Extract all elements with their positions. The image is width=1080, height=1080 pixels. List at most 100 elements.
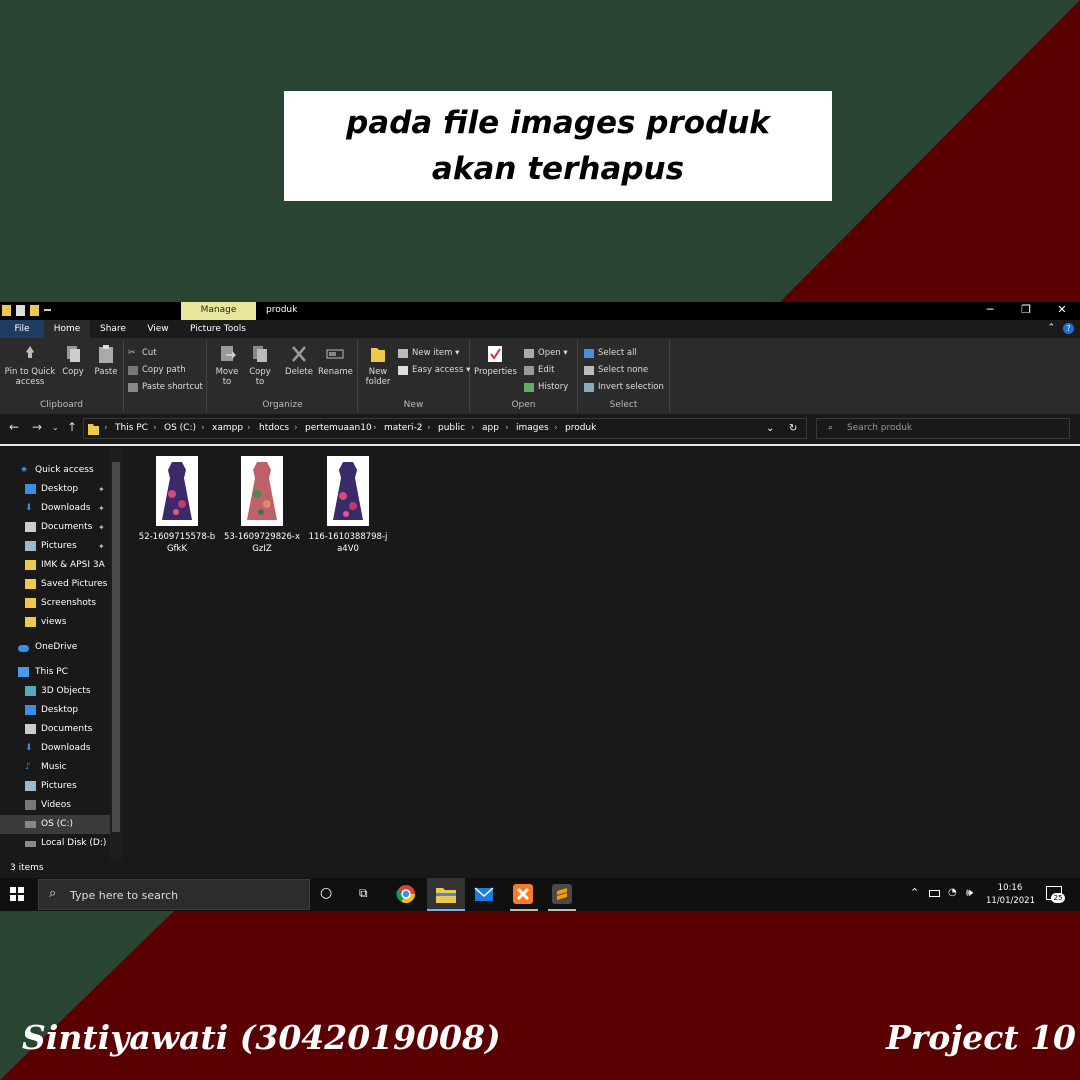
cube-icon (25, 686, 36, 696)
chevron-up-icon[interactable]: ⌃ (1047, 323, 1055, 334)
minimize-icon[interactable]: ─ (972, 302, 1008, 320)
crumb-this-pc[interactable]: This PC (115, 423, 148, 433)
nav-imk-apsi[interactable]: IMK & APSI 3A (25, 556, 105, 575)
properties-icon[interactable] (16, 305, 25, 316)
tab-view[interactable]: View (136, 320, 180, 338)
nav-documents[interactable]: Documents ✦ (25, 518, 105, 537)
new-folder-icon[interactable] (30, 305, 39, 316)
file-item[interactable]: 52-1609715578-bGfkK (137, 456, 217, 555)
back-arrow-icon[interactable]: ← (9, 420, 19, 434)
file-item[interactable]: 53-1609729826-xGzIZ (222, 456, 302, 555)
sublime-text-icon[interactable] (552, 884, 572, 904)
nav-views[interactable]: views (25, 613, 66, 632)
paste-shortcut-button[interactable]: Paste shortcut (128, 380, 203, 394)
crumb-htdocs[interactable]: htdocs (259, 423, 289, 433)
rename-button[interactable]: Rename (318, 344, 353, 377)
copy-to-button[interactable]: Copy to (246, 344, 274, 387)
crumb-pertemuaan10[interactable]: pertemuaan10 (305, 423, 372, 433)
nav-pc-desktop[interactable]: Desktop (25, 701, 78, 720)
xampp-icon[interactable] (513, 884, 533, 904)
refresh-icon[interactable]: ↻ (789, 423, 797, 434)
nav-os-c[interactable]: OS (C:) (0, 815, 110, 834)
folder-icon[interactable] (2, 305, 11, 316)
volume-icon[interactable]: 🕪 (966, 886, 973, 900)
wifi-icon[interactable]: ◔ (948, 887, 957, 898)
maximize-icon[interactable]: ❐ (1008, 302, 1044, 320)
nav-screenshots[interactable]: Screenshots (25, 594, 96, 613)
history-button[interactable]: History (524, 380, 568, 394)
delete-button[interactable]: Delete (284, 344, 314, 377)
search-box[interactable]: ⌕ Search produk (816, 418, 1070, 439)
crumb-app[interactable]: app (482, 423, 499, 433)
nav-pc-pictures[interactable]: Pictures (25, 777, 77, 796)
tab-manage[interactable]: Manage (181, 302, 256, 320)
move-to-button[interactable]: Move to (212, 344, 242, 387)
new-folder-button[interactable]: New folder (362, 344, 394, 387)
select-all-button[interactable]: Select all (584, 346, 637, 360)
mail-icon[interactable] (474, 884, 494, 904)
chrome-icon[interactable] (396, 884, 416, 904)
properties-button[interactable]: Properties (474, 344, 517, 377)
help-icon[interactable]: ? (1063, 323, 1074, 334)
notification-count: 25 (1051, 893, 1065, 903)
edit-icon (524, 366, 534, 375)
nav-downloads[interactable]: ⬇ Downloads ✦ (25, 499, 105, 518)
nav-onedrive[interactable]: OneDrive (18, 638, 77, 657)
taskbar-search-input[interactable]: Type here to search (70, 889, 178, 902)
copy-button[interactable]: Copy (60, 344, 86, 377)
crumb-os-c[interactable]: OS (C:) (164, 423, 196, 433)
tab-home[interactable]: Home (44, 320, 90, 338)
cut-button[interactable]: ✂ Cut (128, 346, 157, 360)
crumb-materi-2[interactable]: materi-2 (384, 423, 423, 433)
invert-selection-button[interactable]: Invert selection (584, 380, 664, 394)
nav-pc-downloads[interactable]: ⬇ Downloads (25, 739, 90, 758)
nav-this-pc[interactable]: This PC (18, 663, 68, 682)
chevron-up-icon[interactable]: ⌃ (910, 886, 919, 899)
up-arrow-icon[interactable]: ↑ (67, 420, 77, 434)
battery-icon[interactable] (929, 890, 940, 897)
new-item-button[interactable]: New item ▾ (398, 346, 459, 360)
easy-access-button[interactable]: Easy access ▾ (398, 363, 470, 377)
copy-path-button[interactable]: Copy path (128, 363, 186, 377)
forward-arrow-icon[interactable]: → (32, 420, 42, 434)
nav-scrollbar[interactable] (110, 448, 122, 862)
paste-button[interactable]: Paste (92, 344, 120, 377)
crumb-produk[interactable]: produk (565, 423, 596, 433)
taskbar-search[interactable]: ⌕ Type here to search (38, 879, 310, 910)
nav-pictures[interactable]: Pictures ✦ (25, 537, 105, 556)
select-none-button[interactable]: Select none (584, 363, 648, 377)
nav-videos[interactable]: Videos (25, 796, 71, 815)
scrollbar-thumb[interactable] (112, 462, 120, 832)
tab-share[interactable]: Share (90, 320, 136, 338)
nav-saved-pictures[interactable]: Saved Pictures (25, 575, 107, 594)
file-item[interactable]: 116-1610388798-ja4V0 (308, 456, 388, 555)
clock[interactable]: 10:16 11/01/2021 (986, 882, 1035, 908)
recent-locations-icon[interactable]: ⌄ (52, 423, 59, 432)
crumb-xampp[interactable]: xampp (212, 423, 243, 433)
close-icon[interactable]: ✕ (1044, 302, 1080, 320)
crumb-public[interactable]: public (438, 423, 465, 433)
cortana-icon[interactable]: ○ (320, 885, 340, 905)
nav-desktop[interactable]: Desktop ✦ (25, 480, 105, 499)
crumb-images[interactable]: images (516, 423, 549, 433)
address-bar[interactable]: › This PC › OS (C:) › xampp › htdocs › p… (83, 418, 807, 439)
nav-3d-objects[interactable]: 3D Objects (25, 682, 91, 701)
search-input[interactable]: Search produk (847, 423, 912, 433)
pin-quick-access-button[interactable]: Pin to Quick access (4, 344, 56, 387)
chevron-down-icon[interactable] (44, 305, 51, 311)
tab-picture-tools[interactable]: Picture Tools (180, 320, 256, 338)
nav-quick-access[interactable]: ★ Quick access (20, 461, 94, 480)
edit-button[interactable]: Edit (524, 363, 554, 377)
task-view-icon[interactable]: ⧉ (359, 886, 379, 906)
nav-local-disk-d[interactable]: Local Disk (D:) (25, 834, 106, 853)
windows-start-icon[interactable] (10, 887, 24, 901)
nav-music[interactable]: ♪ Music (25, 758, 67, 777)
tab-file[interactable]: File (0, 320, 44, 338)
open-button[interactable]: Open ▾ (524, 346, 568, 360)
nav-pc-documents[interactable]: Documents (25, 720, 92, 739)
chevron-down-icon[interactable]: ⌄ (766, 423, 774, 434)
notification-icon[interactable]: 25 (1046, 886, 1065, 903)
select-all-icon (584, 349, 594, 358)
file-explorer-taskbar-button[interactable] (427, 878, 465, 911)
computer-icon (18, 667, 29, 677)
